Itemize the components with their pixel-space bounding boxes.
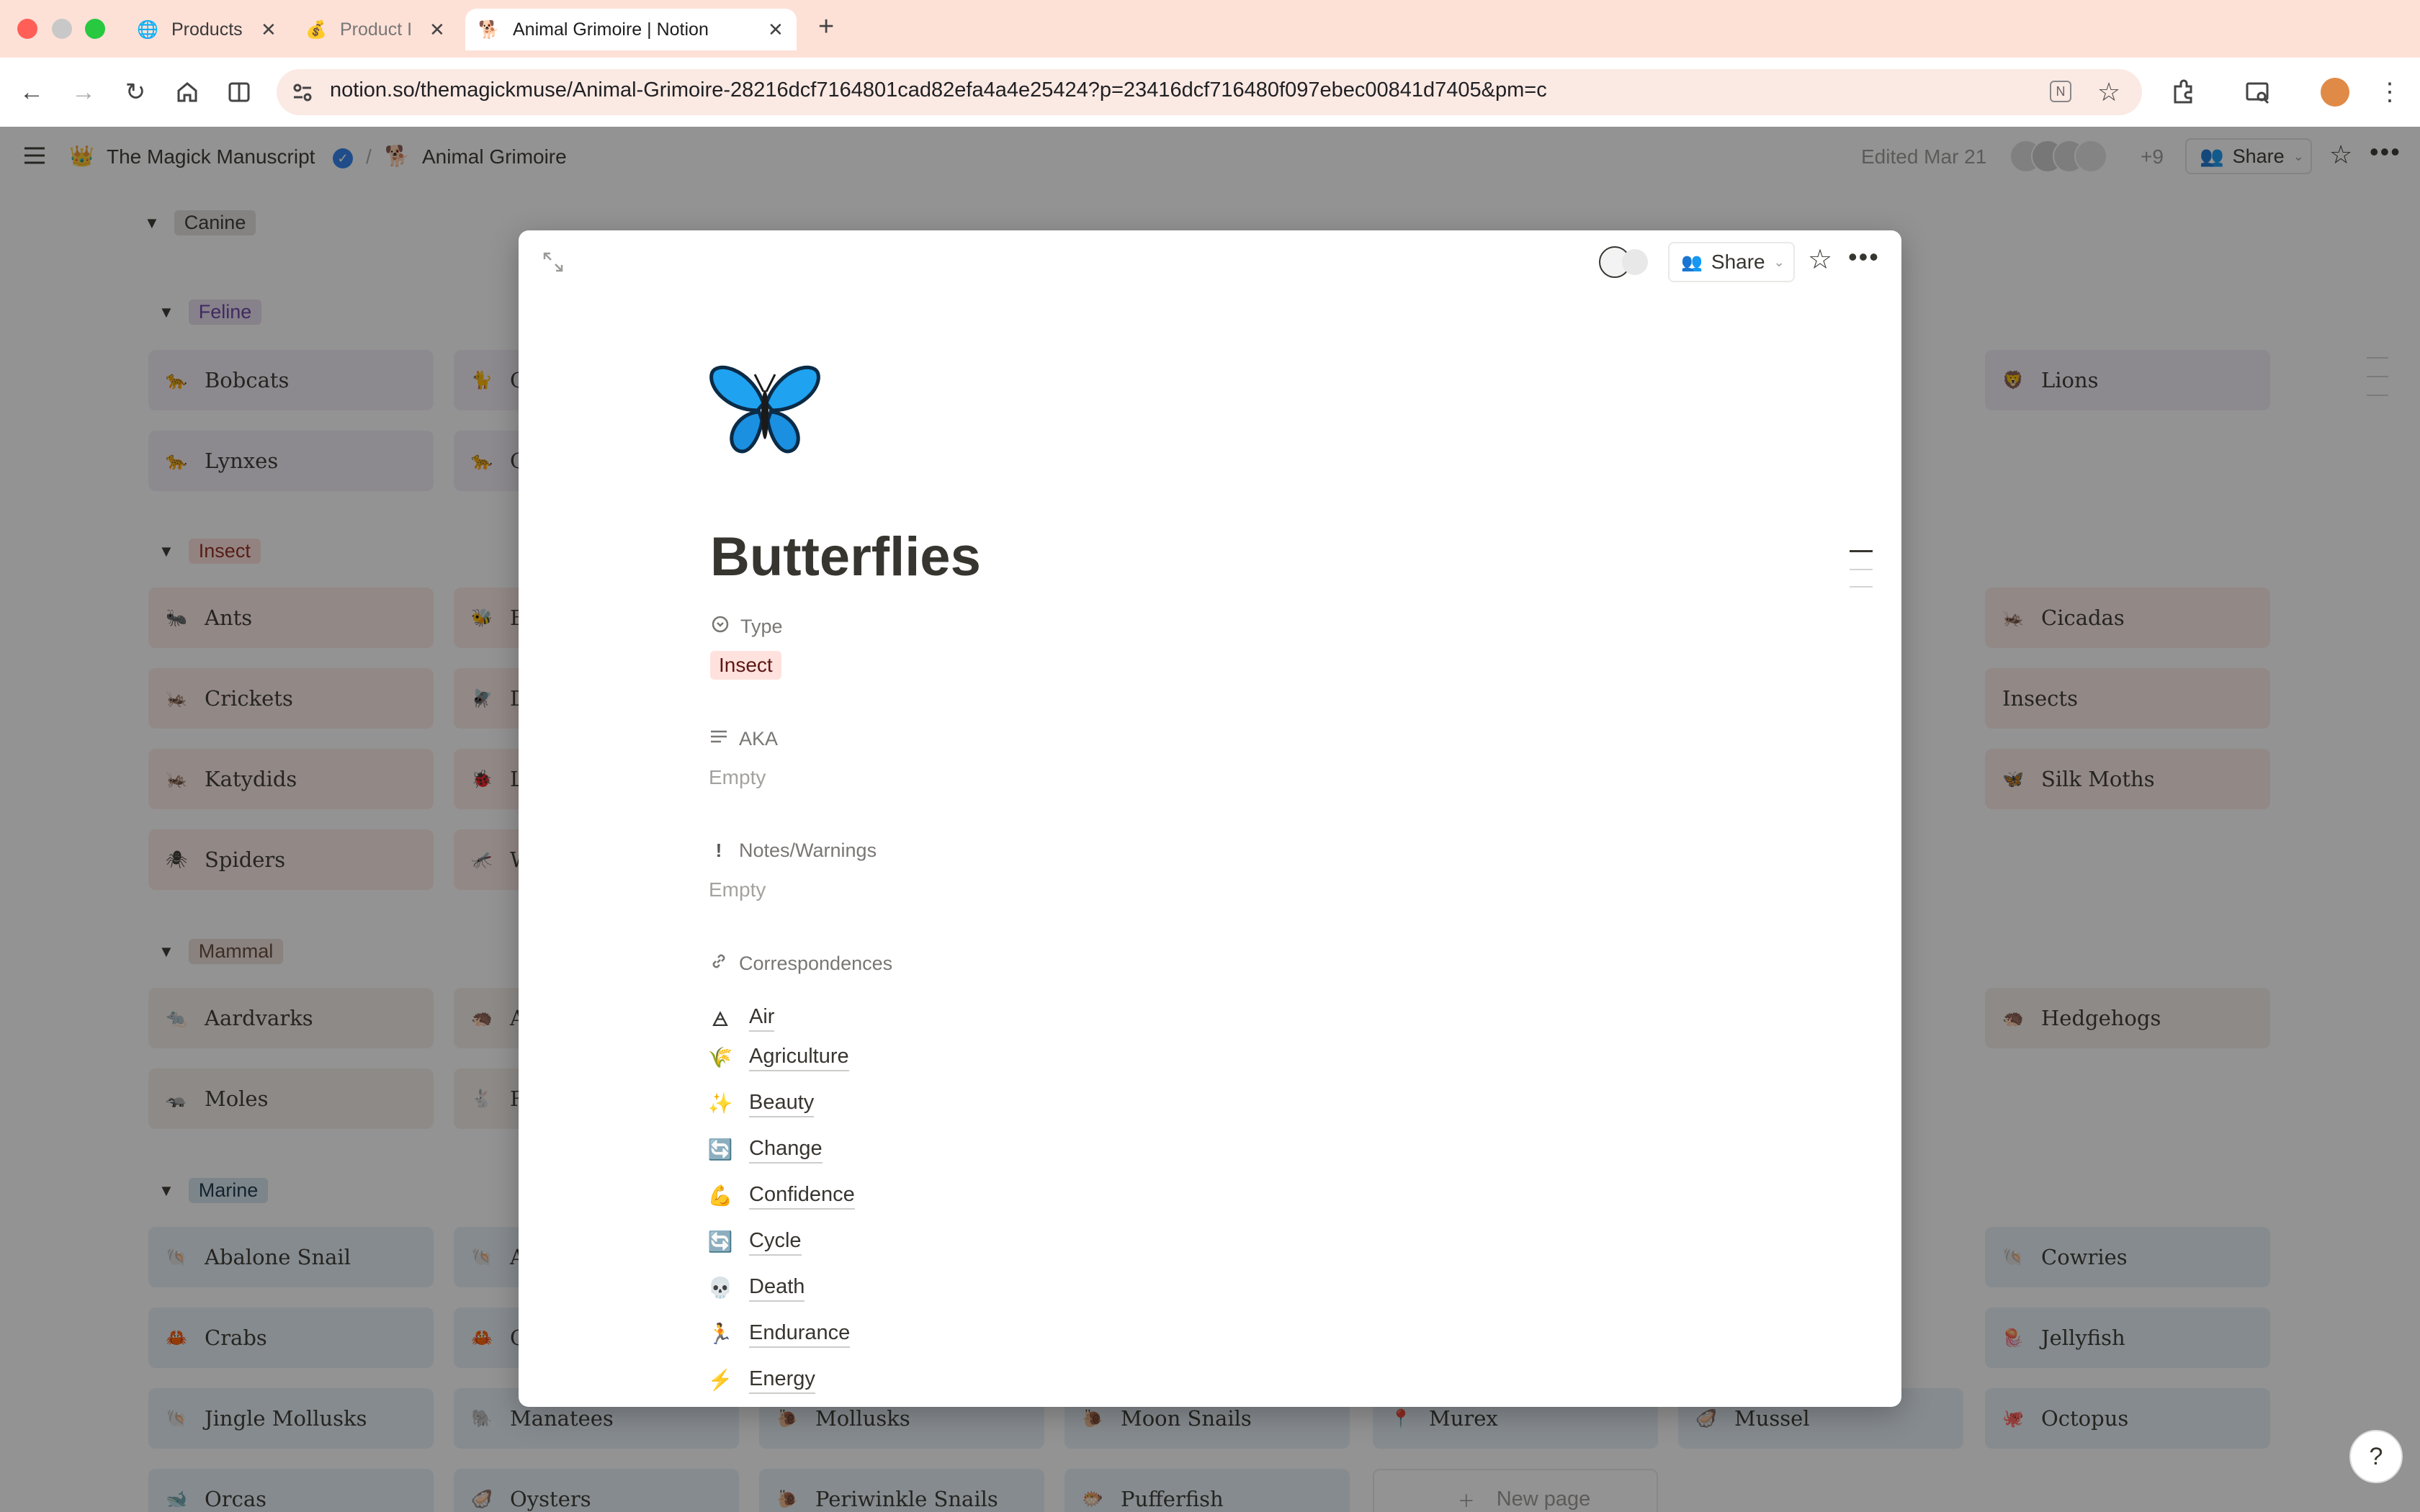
- wheat-icon: 🌾: [707, 1045, 733, 1068]
- toc-line[interactable]: [1850, 550, 1873, 552]
- relation-death[interactable]: 💀 Death: [707, 1273, 805, 1302]
- profile-avatar[interactable]: [2321, 78, 2349, 107]
- chevron-down-icon: ⌄: [1773, 254, 1785, 269]
- property-notes-label[interactable]: ! Notes/Warnings: [709, 840, 877, 862]
- money-bag-icon: 💰: [305, 19, 327, 40]
- relation-cycle[interactable]: 🔄 Cycle: [707, 1227, 802, 1256]
- reload-icon[interactable]: ↻: [118, 75, 153, 109]
- back-icon[interactable]: ←: [14, 75, 49, 109]
- property-correspondences-label[interactable]: Correspondences: [709, 952, 892, 976]
- dog-icon: 🐕: [478, 19, 500, 40]
- toc-line[interactable]: [1850, 586, 1873, 588]
- page-peek-modal: 👥Share⌄ ☆ ••• 🦋 Butterflies Type Insect …: [519, 230, 1901, 1407]
- tab-label: Products: [171, 19, 243, 40]
- bookmark-star-icon[interactable]: ☆: [2092, 75, 2126, 109]
- toc-line[interactable]: [1850, 569, 1873, 570]
- runner-icon: 🏃: [707, 1322, 733, 1345]
- notion-extension-icon[interactable]: N: [2050, 81, 2071, 102]
- air-symbol-icon: 🜁: [711, 1008, 730, 1030]
- cycle-arrows-icon: 🔄: [707, 1230, 733, 1253]
- text-lines-icon: [709, 727, 729, 751]
- lightning-icon: ⚡: [707, 1368, 733, 1391]
- relation-energy[interactable]: ⚡ Energy: [707, 1365, 815, 1394]
- link-icon: [709, 952, 729, 976]
- browser-menu-icon[interactable]: ⋮: [2372, 75, 2407, 109]
- tab-close-icon[interactable]: ✕: [768, 19, 784, 41]
- extensions-icon[interactable]: [2165, 75, 2200, 109]
- forward-icon[interactable]: →: [66, 75, 101, 109]
- notes-value[interactable]: Empty: [709, 878, 766, 901]
- browser-tab-bar: 🌐 Products ✕ 💰 Product I ✕ 🐕 Animal Grim…: [0, 0, 2420, 58]
- page-title[interactable]: Butterflies: [710, 526, 981, 588]
- relation-beauty[interactable]: ✨ Beauty: [707, 1089, 815, 1117]
- sparkles-icon: ✨: [707, 1092, 733, 1115]
- window-minimize-button[interactable]: [52, 19, 72, 39]
- reading-list-icon[interactable]: [2240, 75, 2275, 109]
- tab-label: Animal Grimoire | Notion: [513, 19, 709, 40]
- aka-value[interactable]: Empty: [709, 766, 766, 789]
- property-type-label[interactable]: Type: [710, 615, 783, 639]
- globe-icon: 🌐: [137, 19, 158, 40]
- split-view-icon[interactable]: [222, 75, 256, 109]
- relation-air[interactable]: 🜁 Air: [707, 996, 775, 1038]
- url-text[interactable]: notion.so/themagickmuse/Animal-Grimoire-…: [330, 78, 1547, 102]
- relation-agriculture[interactable]: 🌾 Agriculture: [707, 1043, 849, 1071]
- window-zoom-button[interactable]: [85, 19, 105, 39]
- cycle-arrows-icon: 🔄: [707, 1138, 733, 1161]
- expand-icon[interactable]: [540, 249, 566, 275]
- select-circle-icon: [710, 615, 730, 639]
- site-settings-icon[interactable]: [288, 78, 317, 107]
- relation-endurance[interactable]: 🏃 Endurance: [707, 1319, 851, 1348]
- modal-collaborator-avatars[interactable]: [1599, 245, 1655, 279]
- tab-close-icon[interactable]: ✕: [261, 19, 277, 41]
- exclamation-icon: !: [715, 840, 722, 861]
- modal-share-button[interactable]: 👥 Share ⌄: [1668, 242, 1795, 282]
- tab-products[interactable]: 🌐 Products ✕: [124, 9, 284, 50]
- relation-confidence[interactable]: 💪 Confidence: [707, 1181, 855, 1210]
- butterfly-icon[interactable]: 🦋: [707, 360, 823, 461]
- tab-animal-grimoire[interactable]: 🐕 Animal Grimoire | Notion ✕: [465, 9, 797, 50]
- help-assistant-icon[interactable]: ?: [2349, 1430, 2403, 1483]
- flexed-bicep-icon: 💪: [707, 1184, 733, 1207]
- property-aka-label[interactable]: AKA: [709, 727, 778, 751]
- type-tag-insect[interactable]: Insect: [710, 651, 781, 680]
- people-icon: 👥: [1681, 252, 1703, 272]
- tab-close-icon[interactable]: ✕: [429, 19, 445, 41]
- new-tab-button[interactable]: +: [818, 12, 834, 42]
- modal-favorite-star-icon[interactable]: ☆: [1808, 243, 1832, 276]
- window-close-button[interactable]: [17, 19, 37, 39]
- skull-icon: 💀: [707, 1276, 733, 1299]
- home-icon[interactable]: [170, 75, 205, 109]
- tab-product-inventory[interactable]: 💰 Product I ✕: [292, 9, 452, 50]
- tab-label: Product I: [340, 19, 413, 40]
- relation-change[interactable]: 🔄 Change: [707, 1135, 823, 1164]
- modal-more-options-icon[interactable]: •••: [1848, 242, 1880, 272]
